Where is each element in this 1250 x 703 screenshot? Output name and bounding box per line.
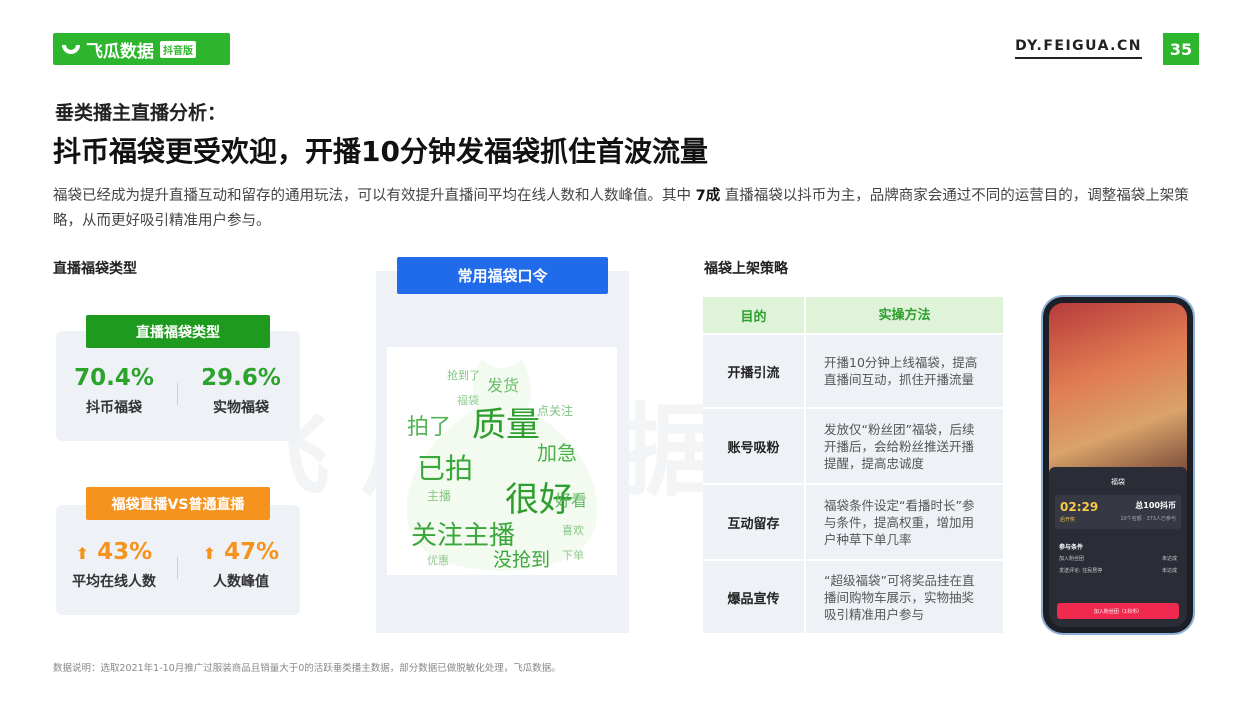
word-cloud-word: 拍了: [407, 415, 452, 440]
stat-value-row: ⬆ 47%: [186, 539, 296, 565]
header-method: 实操方法: [806, 297, 1003, 333]
section-label-types: 直播福袋类型: [53, 261, 137, 277]
word-cloud-word: 质量: [472, 405, 540, 445]
row-method: 发放仅“粉丝团”福袋，后续开播后，会给粉丝推送开播提醒，提高忠诚度: [806, 409, 1003, 483]
stat-label: 平均在线人数: [72, 574, 156, 590]
row-purpose: 爆品宣传: [703, 561, 804, 633]
arrow-up-icon: ⬆: [202, 544, 217, 563]
stat-label: 抖币福袋: [86, 400, 142, 416]
stat-value-row: ⬆ 43%: [59, 539, 169, 565]
word-cloud-word: 没抢到: [493, 549, 551, 571]
stat-physical-bag: 29.6% 实物福袋: [186, 365, 296, 417]
page-title: 抖币福袋更受欢迎，开播10分钟发福袋抓住首波流量: [53, 135, 708, 168]
condition-label: 加入粉丝团: [1059, 556, 1085, 562]
page-number: 35: [1163, 33, 1199, 65]
stat-peak: ⬆ 47% 人数峰值: [186, 539, 296, 591]
condition-row: 发送评论: 住民居停 未达成: [1059, 567, 1177, 574]
table-row: 爆品宣传 “超级福袋”可将奖品挂在直播间购物车展示，实物抽奖吸引精准用户参与: [703, 561, 1003, 635]
description-part1: 福袋已经成为提升直播互动和留存的通用玩法，可以有效提升直播间平均在线人数和人数峰…: [53, 188, 696, 204]
word-cloud-word: 优惠: [427, 554, 449, 567]
word-cloud-word: 下单: [562, 549, 584, 562]
row-method: 开播10分钟上线福袋，提高直播间互动，抓住开播流量: [806, 335, 1003, 407]
countdown-timer: 02:29: [1060, 500, 1099, 514]
compare-pill: 福袋直播VS普通直播: [86, 487, 270, 520]
stat-value: 43%: [97, 539, 153, 565]
timer-sub: 后开奖: [1060, 517, 1076, 523]
word-cloud: 质量 已拍 很好 关注主播 没抢到 加急 拍了 好看 发货 抢到了 点关注 主播…: [387, 347, 617, 575]
condition-row: 加入粉丝团 未达成: [1059, 555, 1177, 562]
common-passwords-button[interactable]: 常用福袋口令: [397, 257, 608, 294]
header-purpose: 目的: [703, 297, 804, 333]
page-subtitle: 垂类播主直播分析：: [55, 102, 227, 124]
row-purpose: 互动留存: [703, 485, 804, 559]
row-purpose: 开播引流: [703, 335, 804, 407]
stat-label: 实物福袋: [213, 400, 269, 416]
table-row: 互动留存 福袋条件设定“看播时长”参与条件，提高权重，增加用户种草下单几率: [703, 485, 1003, 561]
word-cloud-word: 主播: [427, 489, 452, 503]
word-cloud-word: 抢到了: [447, 369, 480, 382]
prize-box: 02:29 后开奖 总100抖币 10个名额 · 373人已参与: [1055, 495, 1181, 529]
word-cloud-word: 加急: [537, 441, 577, 465]
join-fan-group-button[interactable]: 加入粉丝团（1抖币）: [1057, 603, 1179, 619]
row-purpose: 账号吸粉: [703, 409, 804, 483]
arrow-up-icon: ⬆: [75, 544, 90, 563]
section-label-strategy: 福袋上架策略: [704, 261, 788, 277]
divider: [177, 557, 178, 579]
condition-status: 未达成: [1161, 556, 1177, 562]
lucky-bag-panel: 福袋 02:29 后开奖 总100抖币 10个名额 · 373人已参与 参与条件…: [1049, 467, 1187, 627]
word-cloud-word: 已拍: [417, 452, 474, 485]
stat-avg-online: ⬆ 43% 平均在线人数: [59, 539, 169, 591]
logo-icon: [62, 44, 80, 54]
table-row: 账号吸粉 发放仅“粉丝团”福袋，后续开播后，会给粉丝推送开播提醒，提高忠诚度: [703, 409, 1003, 485]
row-method: “超级福袋”可将奖品挂在直播间购物车展示，实物抽奖吸引精准用户参与: [806, 561, 1003, 633]
logo-badge: 抖音版: [160, 40, 196, 58]
word-cloud-word: 点关注: [537, 404, 574, 418]
conditions-title: 参与条件: [1059, 544, 1084, 551]
strategy-table: 目的 实操方法 开播引流 开播10分钟上线福袋，提高直播间互动，抓住开播流量 账…: [703, 297, 1003, 635]
live-stream-video: [1049, 303, 1187, 473]
condition-label: 发送评论: 住民居停: [1059, 568, 1103, 574]
logo-text: 飞瓜数据: [86, 41, 154, 62]
divider: [177, 383, 178, 405]
description-highlight: 7成: [695, 188, 721, 204]
footnote: 数据说明：选取2021年1-10月推广过服装商品且销量大于0的活跃垂类播主数据，…: [53, 663, 561, 674]
stat-label: 人数峰值: [213, 574, 269, 590]
type-pill: 直播福袋类型: [86, 315, 270, 348]
compare-card: ⬆ 43% 平均在线人数 ⬆ 47% 人数峰值: [56, 505, 300, 615]
table-row: 开播引流 开播10分钟上线福袋，提高直播间互动，抓住开播流量: [703, 335, 1003, 409]
stat-value: 29.6%: [201, 365, 281, 391]
stat-value: 47%: [224, 539, 280, 565]
word-cloud-word: 喜欢: [562, 524, 584, 537]
stat-value: 70.4%: [74, 365, 154, 391]
prize-amount: 总100抖币: [1135, 501, 1176, 510]
panel-title: 福袋: [1111, 478, 1125, 486]
description: 福袋已经成为提升直播互动和留存的通用玩法，可以有效提升直播间平均在线人数和人数峰…: [53, 184, 1203, 234]
word-cloud-word: 好看: [555, 491, 588, 510]
row-method: 福袋条件设定“看播时长”参与条件，提高权重，增加用户种草下单几率: [806, 485, 1003, 559]
phone-mockup: 福袋 02:29 后开奖 总100抖币 10个名额 · 373人已参与 参与条件…: [1043, 297, 1193, 633]
brand-logo[interactable]: 飞瓜数据 抖音版: [53, 33, 230, 65]
site-url[interactable]: DY.FEIGUA.CN: [1015, 38, 1142, 59]
word-cloud-word: 福袋: [457, 394, 479, 407]
condition-status: 未达成: [1161, 568, 1177, 574]
stat-coin-bag: 70.4% 抖币福袋: [59, 365, 169, 417]
word-cloud-word: 发货: [487, 376, 520, 395]
prize-sub: 10个名额 · 373人已参与: [1120, 516, 1176, 522]
table-header: 目的 实操方法: [703, 297, 1003, 335]
